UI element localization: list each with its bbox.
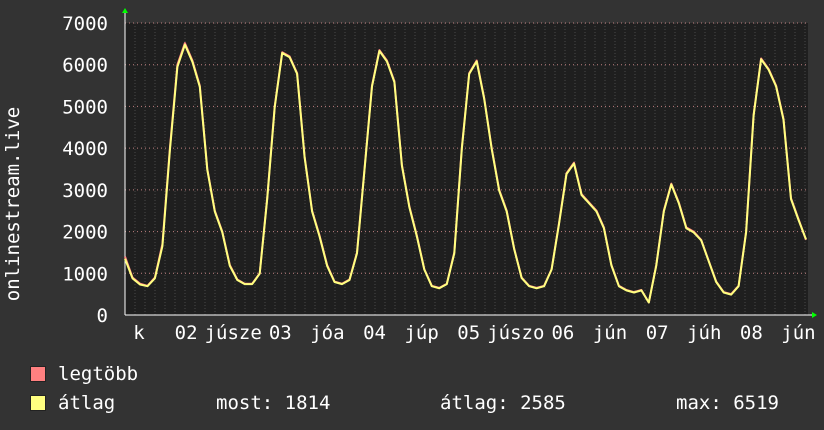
x-tick-label: 05 <box>457 322 480 344</box>
y-tick-label: 6000 <box>62 55 108 77</box>
x-tick-label: jún <box>593 322 627 344</box>
x-tick-label: 07 <box>646 322 669 344</box>
y-tick-label: 1000 <box>62 263 108 285</box>
x-tick-label: 03 <box>269 322 292 344</box>
x-tick-label: júsze <box>205 322 262 344</box>
x-tick-label: júh <box>687 322 721 344</box>
x-axis-arrow <box>812 312 817 318</box>
y-tick-label: 0 <box>97 305 108 327</box>
stat-now: most: 1814 <box>216 392 331 414</box>
y-tick-label: 5000 <box>62 96 108 118</box>
y-tick-label: 4000 <box>62 138 108 160</box>
y-axis-label: onlinestream.live <box>2 107 24 301</box>
x-tick-label: 02 <box>175 322 198 344</box>
x-tick-label: 08 <box>740 322 763 344</box>
x-tick-label: jóa <box>310 322 344 344</box>
plot-area <box>125 23 808 315</box>
x-tick-label: jún <box>781 322 815 344</box>
legend-swatch-max <box>30 366 46 382</box>
legend-label-avg: átlag <box>58 392 116 414</box>
y-tick-label: 3000 <box>62 180 108 202</box>
stat-max: max: 6519 <box>676 392 779 414</box>
x-tick-label: júszo <box>487 322 544 344</box>
x-tick-label: 06 <box>551 322 574 344</box>
legend-swatch-avg <box>30 395 46 411</box>
x-tick-label: júp <box>404 322 438 344</box>
y-axis-arrow <box>122 8 128 13</box>
stat-average: átlag: 2585 <box>440 392 566 414</box>
line-chart: 0 1000 2000 3000 4000 5000 6000 7000 onlinestrea… <box>2 8 817 344</box>
x-tick-label: k <box>133 322 145 344</box>
x-tick-label: 04 <box>363 322 386 344</box>
legend-label-max: legtöbb <box>58 363 139 385</box>
y-tick-label: 7000 <box>62 13 108 35</box>
y-tick-label: 2000 <box>62 222 108 244</box>
